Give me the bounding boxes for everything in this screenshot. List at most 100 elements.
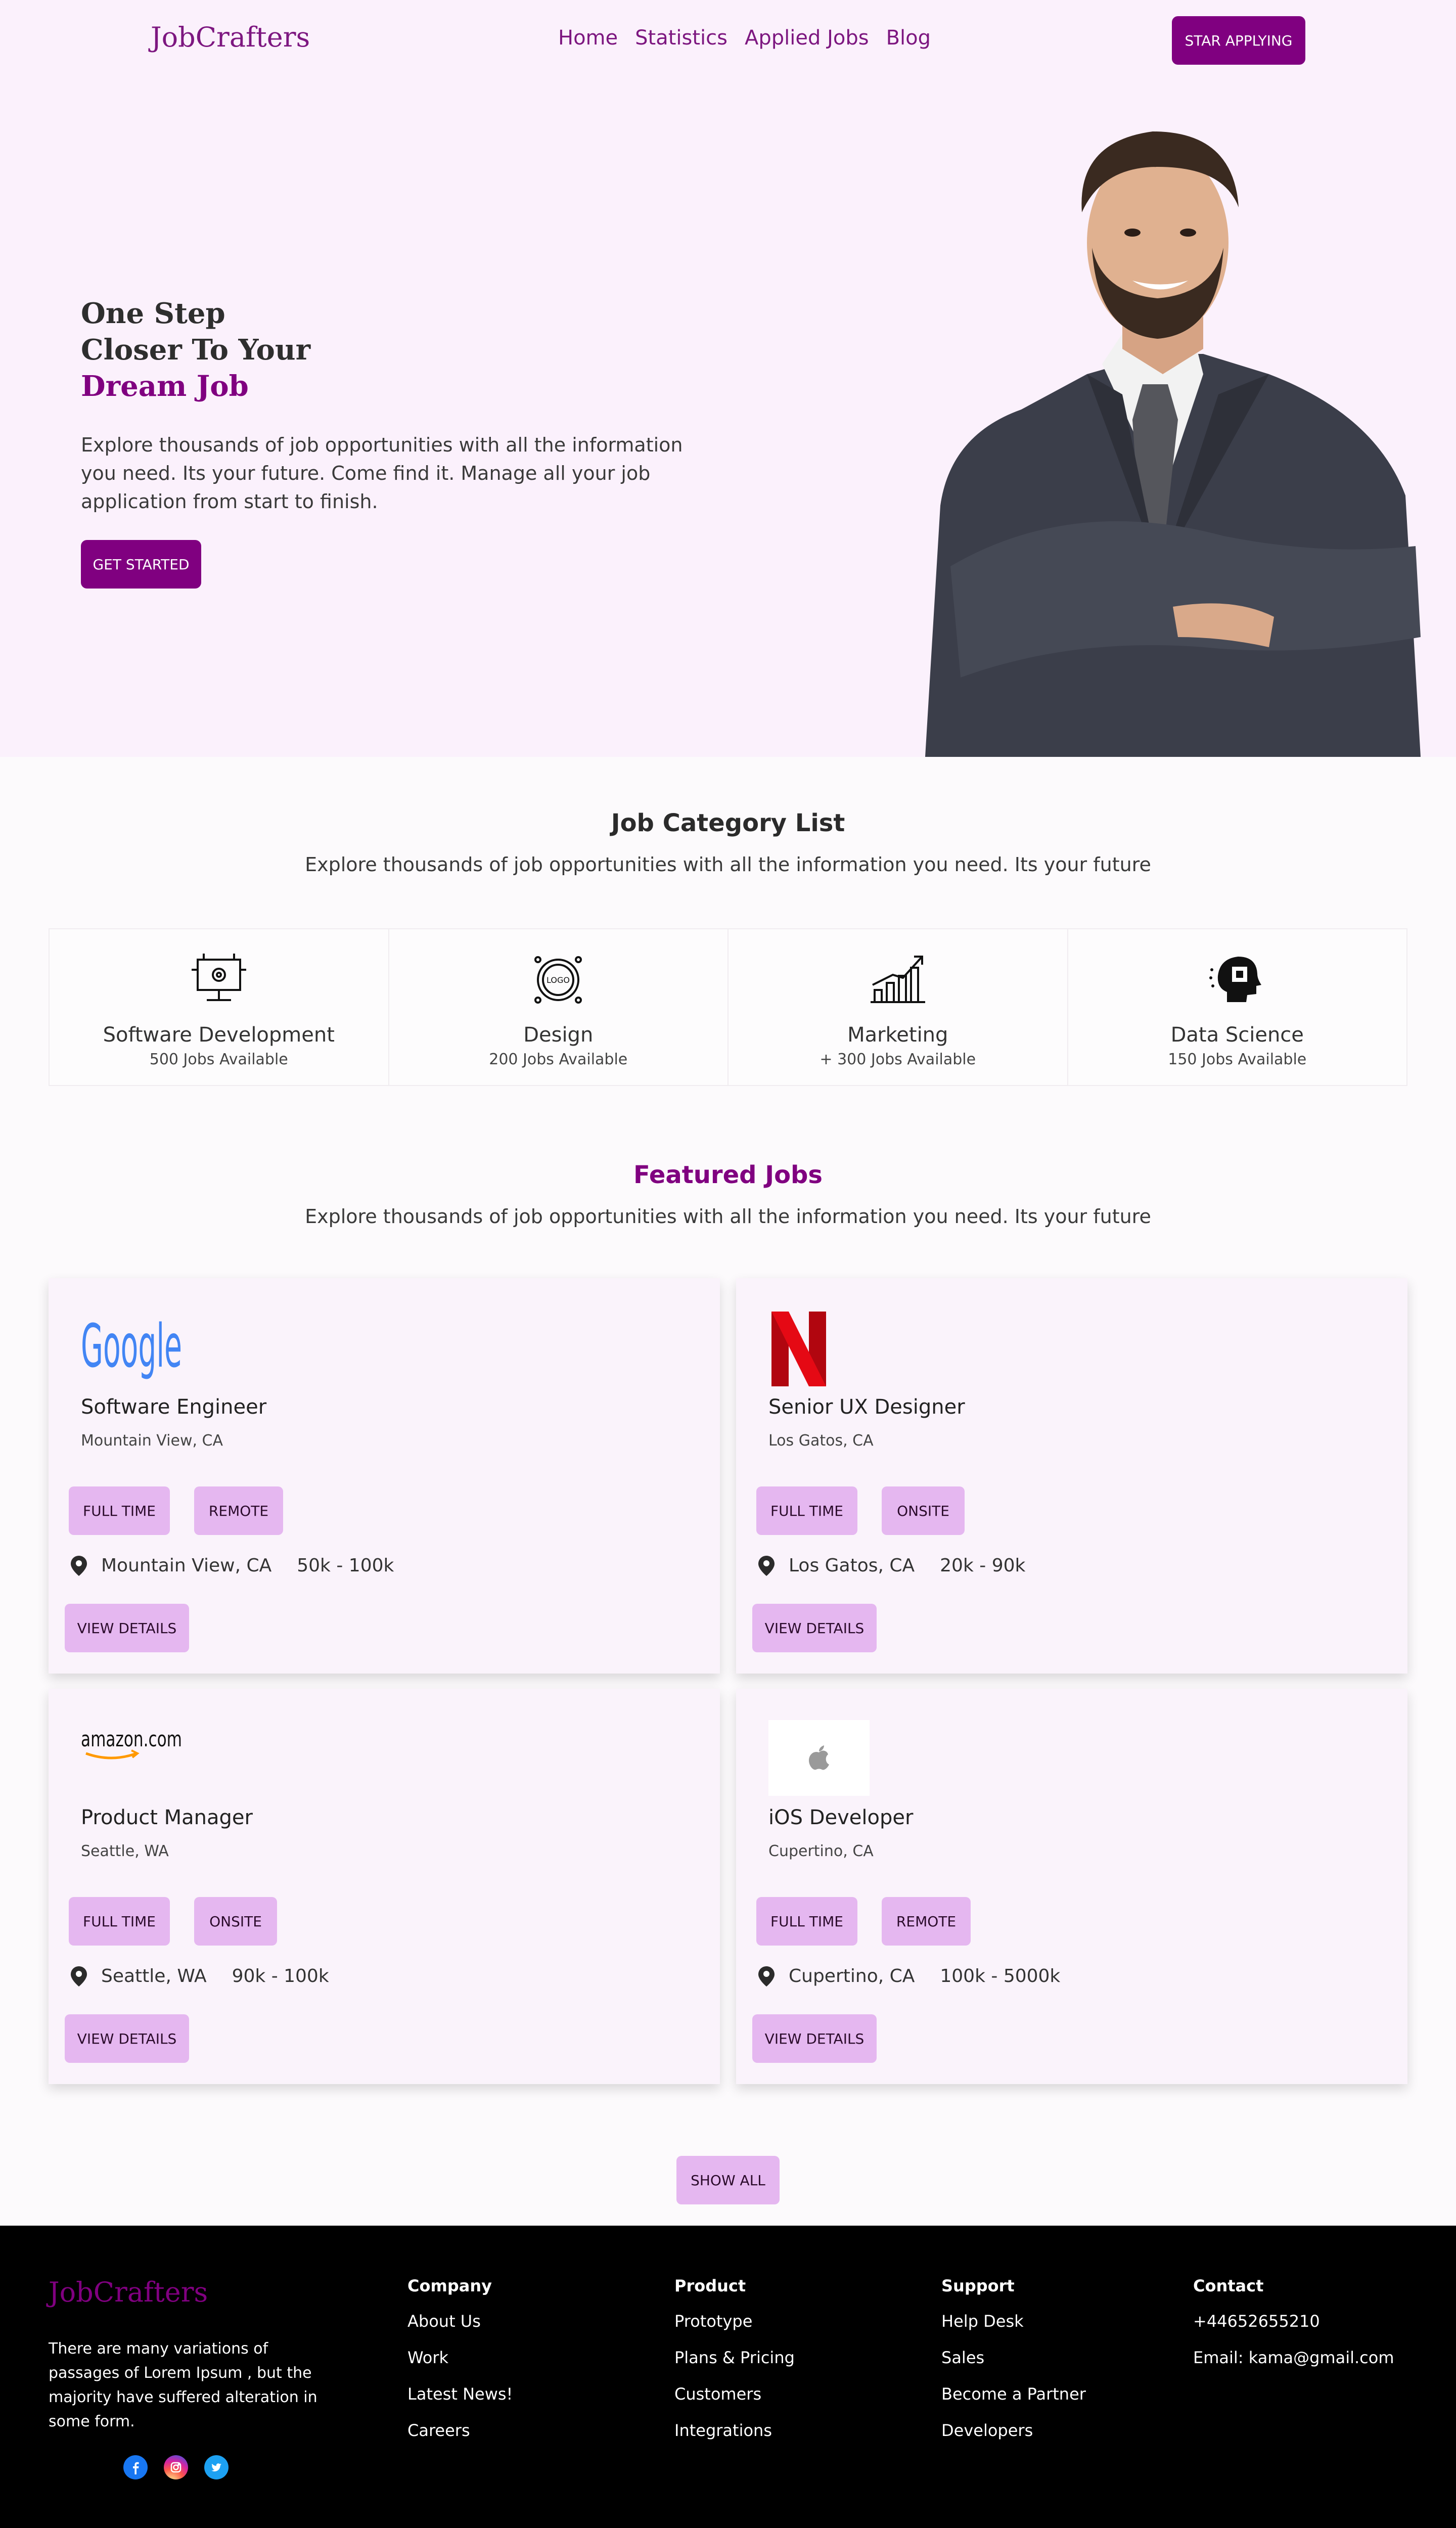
footer-link-latest-news[interactable]: Latest News! — [407, 2382, 513, 2406]
category-name: Marketing — [847, 1023, 948, 1047]
footer-link-careers[interactable]: Careers — [407, 2419, 513, 2442]
job-meta: Los Gatos, CA 20k - 90k — [758, 1555, 1025, 1576]
job-location: Los Gatos, CA — [768, 1432, 874, 1450]
category-count: 500 Jobs Available — [149, 1051, 288, 1068]
footer-link-integrations[interactable]: Integrations — [674, 2419, 795, 2442]
google-logo: Google — [81, 1308, 192, 1389]
monitor-gear-icon — [191, 954, 246, 1001]
job-meta: Seattle, WA 90k - 100k — [71, 1966, 329, 1987]
start-applying-button[interactable]: STAR APPLYING — [1172, 16, 1305, 65]
job-title: Software Engineer — [81, 1395, 267, 1419]
view-details-button[interactable]: VIEW DETAILS — [65, 2014, 189, 2063]
category-software-development[interactable]: Software Development 500 Jobs Available — [49, 928, 388, 1086]
footer-heading: Company — [407, 2276, 492, 2295]
netflix-logo — [768, 1308, 880, 1389]
category-section-subtitle: Explore thousands of job opportunities w… — [305, 853, 1151, 876]
category-count: 150 Jobs Available — [1168, 1051, 1307, 1068]
job-card: amazon.com Product Manager Seattle, WA F… — [49, 1689, 720, 2084]
job-type-tag[interactable]: FULL TIME — [756, 1897, 857, 1946]
category-name: Design — [523, 1023, 594, 1047]
brain-chip-icon — [1209, 957, 1262, 1002]
hero-title: One Step Closer To Your Dream Job — [81, 295, 310, 404]
job-location: Cupertino, CA — [768, 1842, 874, 1860]
get-started-button[interactable]: GET STARTED — [81, 540, 201, 589]
hero-title-line1: One Step — [81, 297, 225, 330]
footer-column-company: Company About Us Work Latest News! Caree… — [407, 2276, 513, 2455]
category-design[interactable]: LOGO Design 200 Jobs Available — [388, 928, 727, 1086]
job-location: Mountain View, CA — [81, 1432, 223, 1450]
apple-logo — [768, 1720, 870, 1796]
site-logo[interactable]: JobCrafters — [151, 21, 310, 53]
twitter-icon[interactable] — [204, 2455, 229, 2479]
show-all-button[interactable]: SHOW ALL — [676, 2156, 780, 2204]
job-mode-tag[interactable]: REMOTE — [882, 1897, 971, 1946]
category-count: 200 Jobs Available — [489, 1051, 628, 1068]
category-name: Data Science — [1170, 1023, 1304, 1047]
category-data-science[interactable]: Data Science 150 Jobs Available — [1067, 928, 1407, 1086]
footer-contact-email[interactable]: Email: kama@gmail.com — [1193, 2346, 1394, 2369]
job-mode-tag[interactable]: ONSITE — [194, 1897, 277, 1946]
footer: JobCrafters There are many variations of… — [0, 2226, 1456, 2528]
footer-link-sales[interactable]: Sales — [941, 2346, 1086, 2369]
job-card: Google Software Engineer Mountain View, … — [49, 1278, 720, 1674]
job-salary: 90k - 100k — [232, 1966, 329, 1987]
footer-logo[interactable]: JobCrafters — [49, 2276, 208, 2308]
social-links — [123, 2455, 229, 2479]
footer-link-about-us[interactable]: About Us — [407, 2310, 513, 2333]
job-type-tag[interactable]: FULL TIME — [69, 1897, 170, 1946]
featured-section-subtitle: Explore thousands of job opportunities w… — [305, 1205, 1151, 1228]
footer-link-developers[interactable]: Developers — [941, 2419, 1086, 2442]
location-pin-icon — [758, 1555, 775, 1576]
category-marketing[interactable]: Marketing + 300 Jobs Available — [727, 928, 1067, 1086]
view-details-button[interactable]: VIEW DETAILS — [752, 1604, 877, 1652]
amazon-logo: amazon.com — [81, 1724, 192, 1765]
logo-design-icon: LOGO — [534, 956, 582, 1004]
job-meta: Mountain View, CA 50k - 100k — [71, 1555, 394, 1576]
job-location: Seattle, WA — [81, 1842, 169, 1860]
facebook-icon[interactable] — [123, 2455, 148, 2479]
instagram-icon[interactable] — [164, 2455, 188, 2479]
amazon-logo-text: amazon.com — [81, 1727, 182, 1751]
job-meta-location: Mountain View, CA — [101, 1555, 272, 1576]
location-pin-icon — [758, 1966, 775, 1987]
footer-link-plans-pricing[interactable]: Plans & Pricing — [674, 2346, 795, 2369]
job-salary: 50k - 100k — [297, 1555, 394, 1576]
job-type-tag[interactable]: FULL TIME — [756, 1486, 857, 1535]
job-type-tag[interactable]: FULL TIME — [69, 1486, 170, 1535]
nav-statistics[interactable]: Statistics — [635, 26, 727, 50]
job-mode-tag[interactable]: ONSITE — [882, 1486, 965, 1535]
category-section-title: Job Category List — [611, 809, 845, 837]
hero-title-line2: Closer To Your — [81, 333, 311, 367]
footer-link-become-partner[interactable]: Become a Partner — [941, 2382, 1086, 2406]
job-mode-tag[interactable]: REMOTE — [194, 1486, 283, 1535]
footer-link-customers[interactable]: Customers — [674, 2382, 795, 2406]
businessman-image — [925, 131, 1421, 757]
category-list: Software Development 500 Jobs Available … — [49, 928, 1407, 1086]
hero-description: Explore thousands of job opportunities w… — [81, 434, 683, 513]
google-logo-text: Google — [81, 1311, 182, 1381]
view-details-button[interactable]: VIEW DETAILS — [65, 1604, 189, 1652]
footer-link-prototype[interactable]: Prototype — [674, 2310, 795, 2333]
footer-link-help-desk[interactable]: Help Desk — [941, 2310, 1086, 2333]
footer-heading: Contact — [1193, 2276, 1264, 2295]
nav-applied-jobs[interactable]: Applied Jobs — [745, 26, 869, 50]
featured-section-title: Featured Jobs — [633, 1161, 823, 1189]
job-salary: 20k - 90k — [940, 1555, 1026, 1576]
footer-column-support: Support Help Desk Sales Become a Partner… — [941, 2276, 1086, 2455]
view-details-button[interactable]: VIEW DETAILS — [752, 2014, 877, 2063]
job-meta-location: Los Gatos, CA — [789, 1555, 915, 1576]
job-card: iOS Developer Cupertino, CA FULL TIME RE… — [736, 1689, 1407, 2084]
hero-section: JobCrafters Home Statistics Applied Jobs… — [0, 0, 1456, 757]
footer-contact-phone[interactable]: +44652655210 — [1193, 2310, 1394, 2333]
footer-link-work[interactable]: Work — [407, 2346, 513, 2369]
footer-column-product: Product Prototype Plans & Pricing Custom… — [674, 2276, 795, 2455]
job-meta: Cupertino, CA 100k - 5000k — [758, 1966, 1060, 1987]
footer-heading: Product — [674, 2276, 746, 2295]
job-salary: 100k - 5000k — [940, 1966, 1061, 1987]
footer-column-contact: Contact +44652655210 Email: kama@gmail.c… — [1193, 2276, 1394, 2382]
job-title: iOS Developer — [768, 1806, 914, 1829]
nav-blog[interactable]: Blog — [886, 26, 931, 50]
location-pin-icon — [71, 1966, 87, 1987]
nav-home[interactable]: Home — [558, 26, 618, 50]
category-name: Software Development — [103, 1023, 335, 1047]
